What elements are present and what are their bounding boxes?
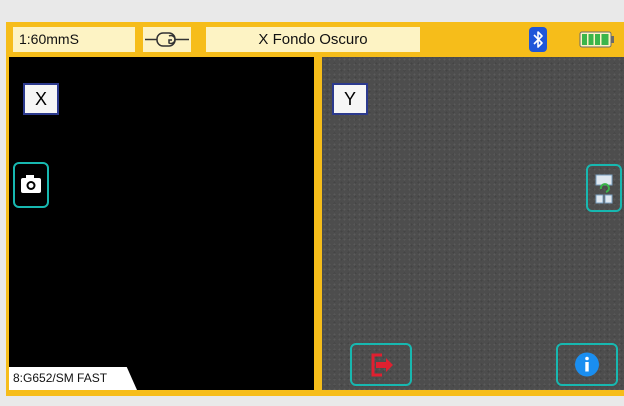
view-switch-icon <box>595 174 613 204</box>
view-switch-button[interactable] <box>586 164 622 212</box>
exit-icon <box>371 353 393 377</box>
bluetooth-icon[interactable] <box>529 27 547 52</box>
x-axis-label: X <box>23 83 59 115</box>
info-button[interactable] <box>556 343 618 386</box>
camera-button[interactable] <box>13 162 49 208</box>
battery-full-icon <box>579 31 615 48</box>
y-view-panel: Y <box>322 57 624 390</box>
bottom-border <box>6 390 624 396</box>
fiber-cleave-icon[interactable] <box>143 27 191 52</box>
image-mode-label[interactable]: X Fondo Oscuro <box>206 27 420 52</box>
fiber-type-label[interactable]: 8:G652/SM FAST <box>9 367 137 390</box>
top-status-bar: 1:60mmS X Fondo Oscuro <box>6 22 624 56</box>
speed-setting[interactable]: 1:60mmS <box>13 27 135 52</box>
camera-icon <box>21 175 41 193</box>
y-axis-label: Y <box>332 83 368 115</box>
exit-button[interactable] <box>350 343 412 386</box>
splicer-screen: 1:60mmS X Fondo Oscuro X 8:G652/SM FAST … <box>6 22 624 396</box>
info-icon <box>575 352 599 377</box>
x-view-panel: X 8:G652/SM FAST <box>9 57 314 390</box>
